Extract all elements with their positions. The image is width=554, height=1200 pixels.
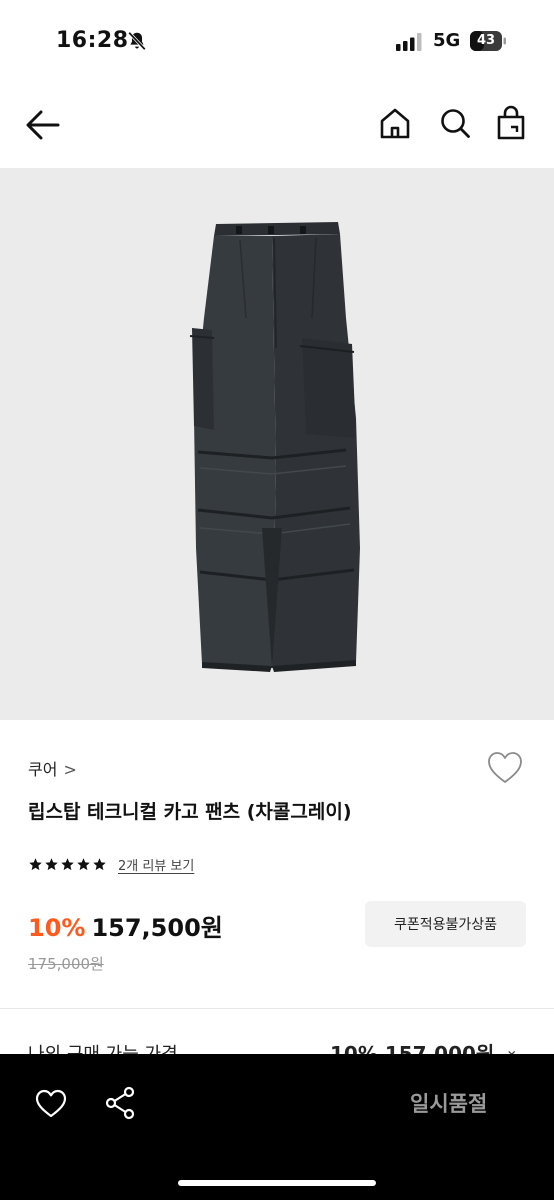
network-type: 5G: [433, 30, 461, 51]
sale-price: 157,500원: [91, 914, 223, 942]
star-icon: [77, 857, 90, 870]
cargo-pants-photo: [189, 222, 360, 672]
chevron-right-icon: >: [63, 760, 77, 779]
star-icon: [45, 857, 58, 870]
price-row: 10% 157,500원: [28, 908, 223, 943]
star-icon: [93, 857, 106, 870]
heart-outline-icon[interactable]: [486, 750, 524, 786]
star-icon: [61, 857, 74, 870]
discount-rate: 10%: [28, 914, 86, 942]
brand-name: 쿠어: [28, 760, 58, 779]
my-price-value: 10% 157,000원: [330, 1042, 495, 1054]
bell-off-icon: [128, 31, 146, 51]
battery-level: 43: [476, 33, 496, 48]
top-navigation: [0, 96, 554, 156]
status-time: 16:28: [56, 28, 129, 53]
my-price-label: 나의 구매 가능 가격: [28, 1040, 178, 1054]
soldout-button[interactable]: 일시품절: [410, 1088, 487, 1118]
shopping-bag-icon[interactable]: [494, 105, 528, 141]
review-link[interactable]: 2개 리뷰 보기: [118, 855, 194, 874]
section-divider: [0, 1008, 554, 1009]
status-bar: 16:28 5G 43: [0, 0, 554, 84]
back-arrow-icon[interactable]: [24, 108, 62, 142]
original-price: 175,000원: [28, 955, 104, 973]
home-icon[interactable]: [378, 106, 412, 140]
rating-stars: [28, 857, 108, 872]
share-icon[interactable]: [104, 1086, 136, 1120]
brand-link[interactable]: 쿠어 >: [28, 756, 77, 780]
rating-row: 2개 리뷰 보기: [28, 854, 194, 874]
my-price-row[interactable]: 나의 구매 가능 가격 10% 157,000원 ⌄: [0, 1040, 554, 1054]
bottom-action-bar: 일시품절: [0, 1054, 554, 1200]
heart-icon[interactable]: [34, 1088, 68, 1120]
home-indicator: [178, 1180, 376, 1186]
star-icon: [29, 857, 42, 870]
signal-icon: [396, 33, 422, 51]
product-title: 립스탑 테크니컬 카고 팬츠 (차콜그레이): [28, 801, 352, 823]
chevron-down-icon: ⌄: [505, 1040, 519, 1054]
coupon-badge: 쿠폰적용불가상품: [365, 901, 526, 947]
product-image[interactable]: [0, 168, 554, 720]
search-icon[interactable]: [438, 106, 472, 140]
